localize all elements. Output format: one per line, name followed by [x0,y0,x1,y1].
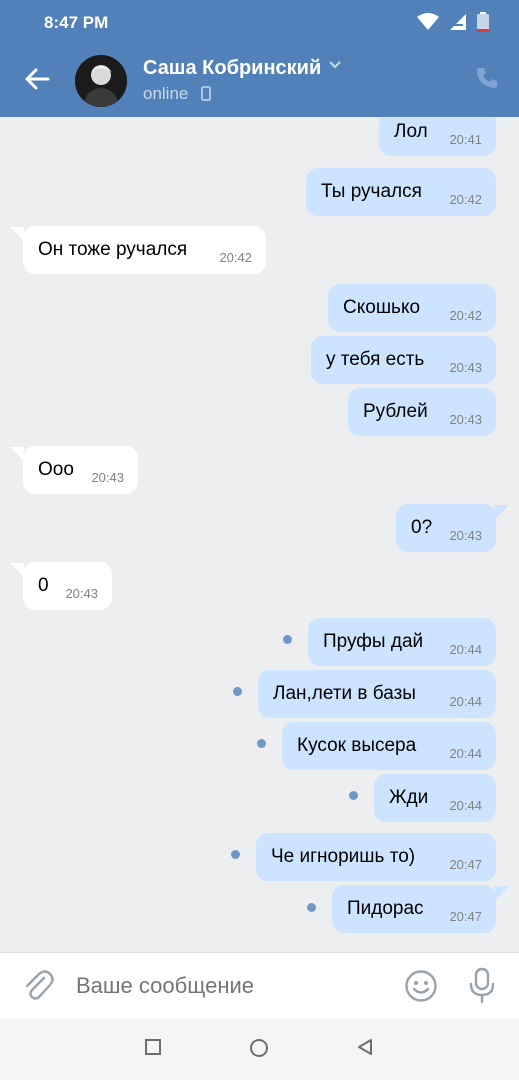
message-outgoing[interactable]: Рублей 20:43 [348,388,496,436]
paperclip-icon[interactable] [22,969,54,1003]
bubble-tail [495,886,509,900]
unread-dot [233,687,242,696]
bubble-tail [10,563,24,577]
message-text: Пидорас [347,898,424,919]
message-text: Ооо [38,459,74,480]
signal-icon [450,14,466,30]
message-text: Лол [394,121,428,142]
message-incoming[interactable]: Ооо 20:43 [23,446,138,494]
message-text: Он тоже ручался [38,239,188,260]
message-outgoing[interactable]: Ты ручался 20:42 [306,168,496,216]
message-time: 20:42 [449,308,482,323]
message-text: Скошько [343,297,421,318]
message-outgoing[interactable]: Скошько 20:42 [328,284,496,332]
message-outgoing[interactable]: 0? 20:43 [396,504,496,552]
battery-icon [477,12,489,32]
message-time: 20:42 [449,192,482,207]
bubble-tail [10,227,24,241]
chat-header: Саша Кобринский online [0,44,519,117]
top-bar: 8:47 PM Саша Кобринский online [0,0,519,117]
message-outgoing[interactable]: Пидорас 20:47 [332,885,496,933]
avatar[interactable] [75,55,127,107]
message-outgoing[interactable]: Пруфы дай 20:44 [308,618,496,666]
message-outgoing[interactable]: у тебя есть 20:43 [311,336,496,384]
message-list[interactable]: Лол 20:41 Ты ручался 20:42 Он тоже ручал… [0,117,519,952]
message-text: Кусок высера [297,735,417,756]
message-outgoing[interactable]: Жди 20:44 [374,774,496,822]
unread-dot [231,850,240,859]
message-time: 20:41 [449,132,482,147]
message-time: 20:43 [91,470,124,485]
mobile-icon [201,86,211,101]
message-time: 20:44 [449,694,482,709]
message-outgoing[interactable]: Кусок высера 20:44 [282,722,496,770]
system-nav-bar [0,1018,519,1080]
online-status: online [143,84,189,103]
contact-name[interactable]: Саша Кобринский [143,57,321,80]
home-circle-icon[interactable] [249,1038,269,1058]
message-time: 20:44 [449,746,482,761]
message-outgoing[interactable]: Лол 20:41 [379,117,496,156]
smile-icon[interactable] [404,969,438,1003]
message-incoming[interactable]: Он тоже ручался 20:42 [23,226,266,274]
back-triangle-icon[interactable] [356,1038,374,1056]
microphone-icon[interactable] [468,967,496,1005]
message-text: Лан,лети в базы [273,683,416,704]
unread-dot [283,635,292,644]
message-text: 0 [38,575,49,596]
status-bar: 8:47 PM [0,0,519,44]
chevron-down-icon[interactable] [328,60,342,70]
message-text: Жди [389,787,429,808]
message-time: 20:43 [65,586,98,601]
message-time: 20:43 [449,528,482,543]
message-time: 20:44 [449,642,482,657]
message-time: 20:44 [449,798,482,813]
wifi-icon [417,13,439,30]
message-input[interactable] [76,973,376,999]
message-text: Пруфы дай [323,631,424,652]
message-time: 20:47 [449,857,482,872]
message-incoming[interactable]: 0 20:43 [23,562,112,610]
unread-dot [307,903,316,912]
message-text: Ты ручался [321,181,422,202]
message-text: Рублей [363,401,428,422]
message-time: 20:43 [449,412,482,427]
unread-dot [349,791,358,800]
message-text: 0? [411,517,433,538]
message-time: 20:43 [449,360,482,375]
message-outgoing[interactable]: Лан,лети в базы 20:44 [258,670,496,718]
message-outgoing[interactable]: Че игноришь то) 20:47 [256,833,496,881]
recents-square-icon[interactable] [144,1038,162,1056]
phone-icon[interactable] [475,66,499,90]
bubble-tail [495,505,509,519]
message-time: 20:47 [449,909,482,924]
message-text: Че игноришь то) [271,846,416,867]
message-text: у тебя есть [326,349,425,370]
unread-dot [257,739,266,748]
status-time: 8:47 PM [44,13,109,32]
arrow-left-icon[interactable] [22,64,52,94]
bubble-tail [10,447,24,461]
status-icons [417,12,489,32]
compose-bar [0,952,519,1018]
message-time: 20:42 [219,250,252,265]
